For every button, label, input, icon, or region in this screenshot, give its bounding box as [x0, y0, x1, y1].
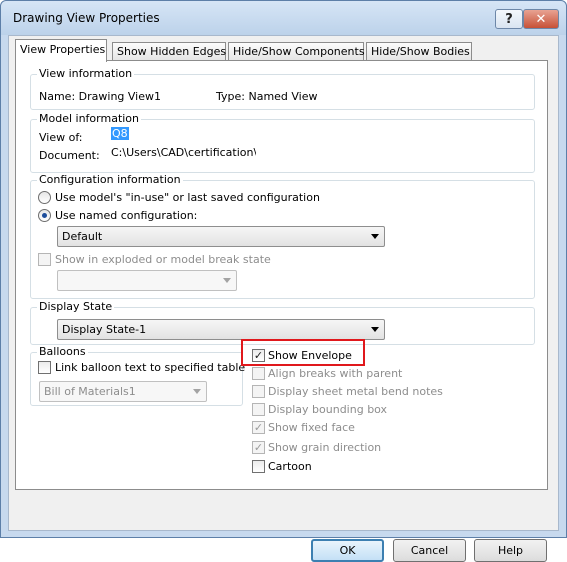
- tab-hide-show-bodies[interactable]: Hide/Show Bodies: [366, 42, 472, 61]
- model-information-label: Model information: [37, 112, 142, 125]
- in-use-config-label[interactable]: Use model's "in-use" or last saved confi…: [55, 191, 320, 204]
- view-type-text: Type: Named View: [216, 90, 318, 103]
- named-config-value: Default: [62, 230, 103, 243]
- highlight-annotation: [241, 339, 365, 366]
- view-of-label: View of:: [39, 131, 83, 144]
- display-state-value: Display State-1: [62, 323, 147, 336]
- dialog-window: Drawing View Properties ? ✕ View Propert…: [0, 0, 567, 562]
- dialog-client: View Properties Show Hidden Edges Hide/S…: [8, 35, 559, 562]
- ok-button[interactable]: OK: [311, 539, 384, 562]
- display-state-dropdown[interactable]: Display State-1: [57, 319, 385, 340]
- window-title: Drawing View Properties: [13, 11, 160, 25]
- help-button[interactable]: Help: [474, 539, 547, 562]
- bounding-box-checkbox[interactable]: [252, 403, 265, 416]
- grain-direction-label: Show grain direction: [268, 441, 382, 454]
- model-information-group: Model information View of: Q8 Document: …: [30, 112, 535, 173]
- title-bar[interactable]: Drawing View Properties ? ✕: [1, 1, 566, 35]
- configuration-label: Configuration information: [37, 173, 183, 186]
- configuration-group: Configuration information Use model's "i…: [30, 173, 535, 299]
- chevron-down-icon: [223, 278, 231, 283]
- cartoon-label[interactable]: Cartoon: [268, 460, 312, 473]
- align-breaks-label: Align breaks with parent: [268, 367, 403, 380]
- balloons-group: Balloons Link balloon text to specified …: [30, 345, 245, 406]
- display-state-label: Display State: [37, 300, 115, 313]
- tab-show-hidden-edges[interactable]: Show Hidden Edges: [112, 42, 226, 61]
- radio-in-use-config[interactable]: [38, 191, 51, 204]
- fixed-face-label: Show fixed face: [268, 421, 355, 434]
- bounding-box-label: Display bounding box: [268, 403, 388, 416]
- link-balloon-checkbox[interactable]: [38, 361, 51, 374]
- tab-hide-show-components[interactable]: Hide/Show Components: [228, 42, 365, 61]
- sheet-metal-notes-label: Display sheet metal bend notes: [268, 385, 443, 398]
- chevron-down-icon: [371, 234, 379, 239]
- link-balloon-label[interactable]: Link balloon text to specified table: [55, 361, 245, 374]
- chevron-down-icon: [371, 327, 379, 332]
- named-config-dropdown[interactable]: Default: [57, 226, 385, 247]
- balloons-label: Balloons: [37, 345, 88, 358]
- tab-view-properties[interactable]: View Properties: [15, 39, 107, 62]
- balloon-table-dropdown[interactable]: Bill of Materials1: [39, 381, 207, 402]
- sheet-metal-notes-checkbox[interactable]: [252, 385, 265, 398]
- document-label: Document:: [39, 149, 100, 162]
- view-information-group: View information Name: Drawing View1 Typ…: [30, 67, 535, 110]
- exploded-state-label: Show in exploded or model break state: [55, 253, 271, 266]
- chevron-down-icon: [193, 389, 201, 394]
- view-properties-page: View information Name: Drawing View1 Typ…: [15, 60, 548, 490]
- exploded-state-checkbox[interactable]: [38, 253, 51, 266]
- document-value[interactable]: C:\Users\CAD\certification\csv: [111, 146, 256, 159]
- view-information-label: View information: [37, 67, 135, 80]
- view-of-value[interactable]: Q8: [111, 127, 129, 140]
- cancel-button[interactable]: Cancel: [393, 539, 466, 562]
- balloon-table-value: Bill of Materials1: [44, 385, 136, 398]
- radio-named-config[interactable]: [38, 209, 51, 222]
- title-help-button[interactable]: ?: [495, 9, 523, 29]
- view-name-text: Name: Drawing View1: [39, 90, 161, 103]
- exploded-state-dropdown[interactable]: [57, 270, 237, 291]
- grain-direction-checkbox[interactable]: ✓: [252, 441, 265, 454]
- cartoon-checkbox[interactable]: [252, 460, 265, 473]
- close-button[interactable]: ✕: [523, 9, 559, 29]
- named-config-label[interactable]: Use named configuration:: [55, 209, 197, 222]
- fixed-face-checkbox[interactable]: ✓: [252, 421, 265, 434]
- align-breaks-checkbox[interactable]: [252, 367, 265, 380]
